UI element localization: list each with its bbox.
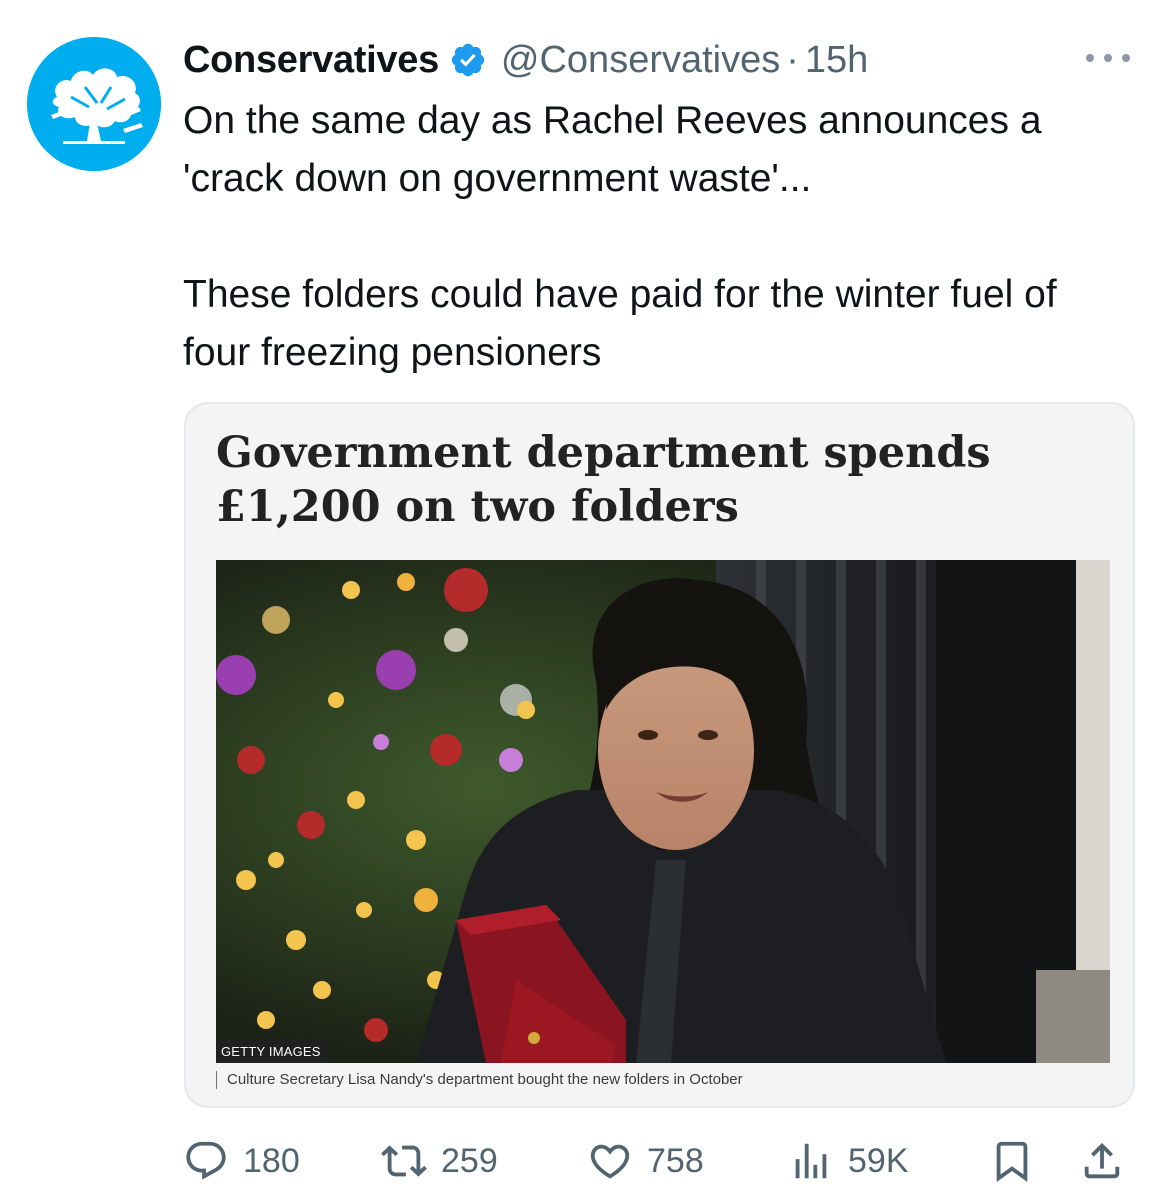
views-icon [795, 1143, 827, 1179]
author-handle[interactable]: @Conservatives [501, 39, 780, 82]
tweet-timestamp[interactable]: 15h [805, 39, 868, 82]
tweet-text-paragraph-1: On the same day as Rachel Reeves announc… [183, 99, 1042, 200]
image-caption: Culture Secretary Lisa Nandy's departmen… [216, 1071, 743, 1089]
separator-dot: · [786, 38, 799, 81]
reply-icon [186, 1141, 226, 1180]
bookmark-button[interactable] [989, 1138, 1035, 1184]
like-count: 758 [647, 1141, 704, 1180]
tweet-header: Conservatives @Conservatives · 15h [183, 36, 868, 84]
more-icon[interactable] [1086, 48, 1130, 68]
author-name[interactable]: Conservatives [183, 39, 439, 82]
verified-badge-icon[interactable] [449, 41, 487, 79]
share-button[interactable] [1079, 1138, 1125, 1184]
tweet-text: On the same day as Rachel Reeves announc… [183, 92, 1128, 382]
repost-button[interactable]: 259 [381, 1138, 498, 1184]
tree-logo-icon [27, 37, 161, 171]
action-bar: 180 259 758 59K [183, 1138, 1133, 1184]
news-photo[interactable]: GETTY IMAGES [216, 560, 1110, 1063]
heart-icon [590, 1144, 630, 1179]
views-button[interactable]: 59K [788, 1138, 909, 1184]
views-count: 59K [848, 1141, 909, 1180]
bookmark-icon [996, 1141, 1028, 1182]
share-icon [1084, 1142, 1120, 1179]
reply-button[interactable]: 180 [183, 1138, 300, 1184]
tweet-text-paragraph-2: These folders could have paid for the wi… [183, 273, 1057, 374]
image-credit: GETTY IMAGES [216, 1039, 327, 1063]
like-button[interactable]: 758 [587, 1138, 704, 1184]
repost-count: 259 [441, 1141, 498, 1180]
reply-count: 180 [243, 1141, 300, 1180]
photo-illustration [216, 560, 1110, 1063]
repost-icon [381, 1145, 427, 1177]
avatar[interactable] [27, 37, 161, 171]
media-card[interactable]: Government department spends £1,200 on t… [184, 402, 1135, 1108]
card-headline: Government department spends £1,200 on t… [216, 428, 991, 532]
